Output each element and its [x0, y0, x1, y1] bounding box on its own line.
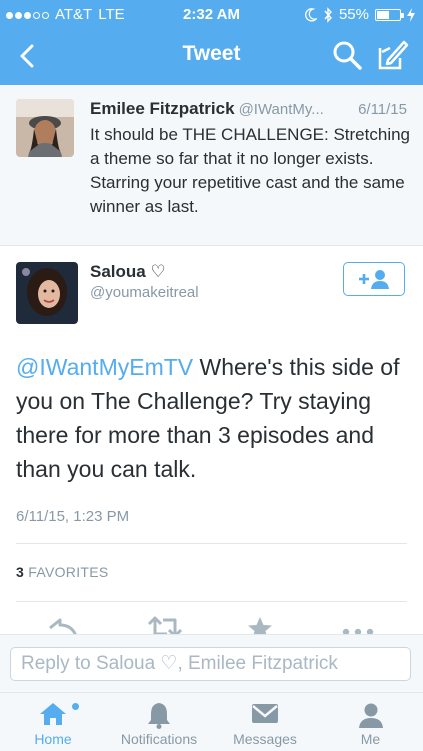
tab-bar: Home Notifications Messages Me: [0, 692, 423, 751]
divider: [16, 601, 407, 602]
status-right: 55%: [305, 0, 415, 30]
tweet-text: It should be THE CHALLENGE: Stretching a…: [90, 125, 411, 216]
favorites-label: FAVORITES: [28, 564, 109, 580]
tweet-text: @IWantMyEmTV Where's this side of you on…: [16, 350, 411, 486]
nav-bar: Tweet: [0, 30, 423, 85]
avatar[interactable]: [16, 262, 78, 324]
status-bar: AT&T LTE 2:32 AM 55%: [0, 0, 423, 30]
battery-percent: 55%: [338, 6, 369, 23]
moon-icon: [305, 8, 317, 22]
tab-label: Me: [360, 731, 381, 747]
favorites-number: 3: [16, 564, 25, 580]
author-handle: @IWantMy...: [238, 101, 324, 118]
avatar[interactable]: [16, 99, 74, 157]
main-tweet: Saloua ♡ @youmakeitreal @IWantMyEmTV Whe…: [0, 246, 423, 638]
avatar-image: [16, 99, 74, 157]
top-bar: AT&T LTE 2:32 AM 55% Tweet: [0, 0, 423, 85]
mention-link[interactable]: @IWantMyEmTV: [16, 354, 193, 380]
reply-input[interactable]: Reply to Saloua ♡, Emilee Fitzpatrick: [10, 647, 411, 681]
tweet-date: 6/11/15: [358, 101, 407, 118]
avatar-image: [16, 262, 78, 324]
envelope-icon: [252, 704, 278, 723]
author-display-name: Emilee Fitzpatrick: [90, 99, 235, 118]
home-icon: [40, 703, 66, 725]
tab-messages[interactable]: Messages: [212, 693, 318, 751]
favorites-count[interactable]: 3 FAVORITES: [16, 564, 109, 580]
tab-me[interactable]: Me: [318, 693, 423, 751]
battery-icon: [375, 9, 404, 21]
author-name: Emilee Fitzpatrick @IWantMy...: [90, 99, 324, 119]
tab-label: Notifications: [120, 731, 198, 747]
follow-button[interactable]: [343, 262, 405, 296]
tab-label: Home: [34, 731, 72, 747]
divider: [16, 543, 407, 544]
tab-label: Messages: [233, 731, 297, 747]
tweet-timestamp: 6/11/15, 1:23 PM: [16, 508, 130, 525]
person-icon: [359, 703, 383, 728]
author-handle: @youmakeitreal: [90, 284, 199, 301]
unread-dot-icon: [72, 703, 79, 710]
charging-icon: [407, 8, 415, 22]
bell-icon: [148, 703, 170, 729]
tab-home[interactable]: Home: [0, 693, 106, 751]
compose-icon[interactable]: [376, 38, 410, 72]
author-display-name: Saloua ♡: [90, 262, 166, 281]
bluetooth-icon: [324, 7, 332, 23]
tab-notifications[interactable]: Notifications: [106, 693, 212, 751]
add-user-icon: [359, 270, 389, 289]
search-icon[interactable]: [330, 38, 364, 72]
parent-tweet[interactable]: Emilee Fitzpatrick @IWantMy... 6/11/15 It…: [0, 85, 423, 246]
reply-bar: Reply to Saloua ♡, Emilee Fitzpatrick: [0, 634, 423, 693]
